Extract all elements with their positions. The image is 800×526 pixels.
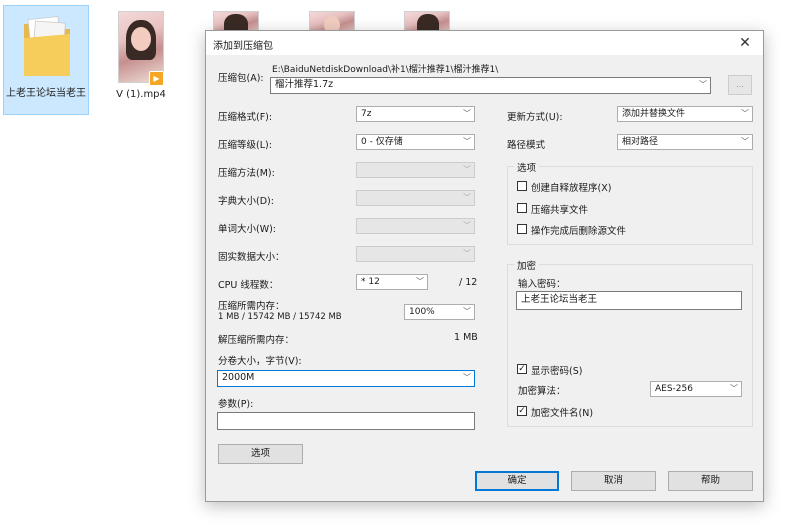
memory-percent-select[interactable]: 100% ﹀ xyxy=(404,304,475,320)
path-mode-select[interactable]: 相对路径 ﹀ xyxy=(617,134,753,150)
params-input[interactable] xyxy=(217,412,475,430)
password-label: 输入密码： xyxy=(518,279,566,290)
chevron-down-icon: ﹀ xyxy=(730,384,738,393)
solid-label: 固实数据大小： xyxy=(218,252,285,263)
folder-item[interactable]: 上老王论坛当老王 xyxy=(3,5,89,115)
chevron-down-icon: ﹀ xyxy=(699,80,707,89)
chevron-down-icon: ﹀ xyxy=(463,165,471,174)
video-file-item[interactable]: ▶ V (1).mp4 xyxy=(98,5,184,115)
archive-name-value: 榴汁推荐1.7z xyxy=(275,79,334,90)
chevron-down-icon: ﹀ xyxy=(741,109,749,118)
title-bar: 添加到压缩包 ✕ xyxy=(206,31,763,55)
level-select[interactable]: 0 - 仅存储 ﹀ xyxy=(356,134,475,150)
cancel-button[interactable]: 取消 xyxy=(571,471,656,491)
dialog-title: 添加到压缩包 xyxy=(213,41,273,52)
chevron-down-icon: ﹀ xyxy=(416,277,424,286)
format-select[interactable]: 7z ﹀ xyxy=(356,106,475,122)
mem-compress-label: 压缩所需内存： xyxy=(218,301,285,312)
chevron-down-icon: ﹀ xyxy=(463,193,471,202)
chevron-down-icon: ﹀ xyxy=(463,109,471,118)
sfx-label: 创建自释放程序(X) xyxy=(531,183,612,194)
mem-compress-detail: 1 MB / 15742 MB / 15742 MB xyxy=(218,312,342,322)
show-password-label: 显示密码(S) xyxy=(531,366,583,377)
shared-files-checkbox[interactable] xyxy=(517,203,527,213)
path-mode-value: 相对路径 xyxy=(622,137,659,147)
volume-label: 分卷大小，字节(V): xyxy=(218,356,302,367)
shared-files-label: 压缩共享文件 xyxy=(531,205,589,216)
encryption-method-label: 加密算法： xyxy=(518,386,566,397)
ok-button[interactable]: 确定 xyxy=(475,471,559,491)
method-label: 压缩方法(M): xyxy=(218,168,275,179)
level-value: 0 - 仅存储 xyxy=(361,137,403,147)
dict-select[interactable]: ﹀ xyxy=(356,190,475,206)
threads-value: * 12 xyxy=(361,277,380,287)
params-label: 参数(P): xyxy=(218,399,254,410)
threads-select[interactable]: * 12 ﹀ xyxy=(356,274,428,290)
volume-size-combobox[interactable]: 2000M ﹀ xyxy=(217,370,475,387)
encrypt-names-label: 加密文件名(N) xyxy=(531,408,594,419)
chevron-down-icon: ﹀ xyxy=(463,249,471,258)
video-file-label: V (1).mp4 xyxy=(116,89,166,100)
chevron-down-icon: ﹀ xyxy=(463,137,471,146)
threads-max: / 12 xyxy=(459,277,478,288)
method-select[interactable]: ﹀ xyxy=(356,162,475,178)
encrypt-names-checkbox[interactable]: ✓ xyxy=(517,406,527,416)
memory-percent-value: 100% xyxy=(409,307,435,317)
delete-after-checkbox[interactable] xyxy=(517,224,527,234)
password-input[interactable]: 上老王论坛当老王 xyxy=(516,291,742,310)
play-icon: ▶ xyxy=(149,71,164,86)
help-button[interactable]: 帮助 xyxy=(668,471,753,491)
encryption-group-title: 加密 xyxy=(514,258,540,272)
solid-select[interactable]: ﹀ xyxy=(356,246,475,262)
archive-label: 压缩包(A): xyxy=(218,73,264,84)
show-password-checkbox[interactable]: ✓ xyxy=(517,364,527,374)
chevron-down-icon: ﹀ xyxy=(463,307,471,316)
archive-path: E:\BaiduNetdiskDownload\补1\榴汁推荐1\榴汁推荐1\ xyxy=(272,65,499,75)
word-label: 单词大小(W): xyxy=(218,224,277,235)
chevron-down-icon: ﹀ xyxy=(463,221,471,230)
threads-label: CPU 线程数： xyxy=(218,280,279,291)
close-icon[interactable]: ✕ xyxy=(735,33,755,53)
encryption-method-value: AES-256 xyxy=(655,384,693,394)
mem-decompress-value: 1 MB xyxy=(454,332,478,343)
format-value: 7z xyxy=(361,109,372,119)
volume-size-value: 2000M xyxy=(222,372,255,383)
folder-icon xyxy=(24,16,70,76)
format-label: 压缩格式(F): xyxy=(218,112,273,123)
chevron-down-icon: ﹀ xyxy=(463,373,471,382)
options-group-title: 选项 xyxy=(514,160,540,174)
update-mode-label: 更新方式(U): xyxy=(507,112,563,123)
word-select[interactable]: ﹀ xyxy=(356,218,475,234)
encryption-method-select[interactable]: AES-256 ﹀ xyxy=(650,381,742,397)
browse-button[interactable]: ... xyxy=(728,75,752,95)
path-mode-label: 路径模式 xyxy=(507,140,546,151)
level-label: 压缩等级(L): xyxy=(218,140,272,151)
mem-decompress-label: 解压缩所需内存： xyxy=(218,335,295,346)
options-button[interactable]: 选项 xyxy=(218,444,303,464)
update-mode-value: 添加并替换文件 xyxy=(622,109,686,119)
update-mode-select[interactable]: 添加并替换文件 ﹀ xyxy=(617,106,753,122)
sfx-checkbox[interactable] xyxy=(517,181,527,191)
archive-name-combobox[interactable]: 榴汁推荐1.7z ﹀ xyxy=(270,77,711,94)
folder-label: 上老王论坛当老王 xyxy=(6,88,86,99)
delete-after-label: 操作完成后删除源文件 xyxy=(531,226,627,237)
chevron-down-icon: ﹀ xyxy=(741,137,749,146)
dict-label: 字典大小(D): xyxy=(218,196,274,207)
add-to-archive-dialog: 添加到压缩包 ✕ 压缩包(A): E:\BaiduNetdiskDownload… xyxy=(205,30,764,502)
